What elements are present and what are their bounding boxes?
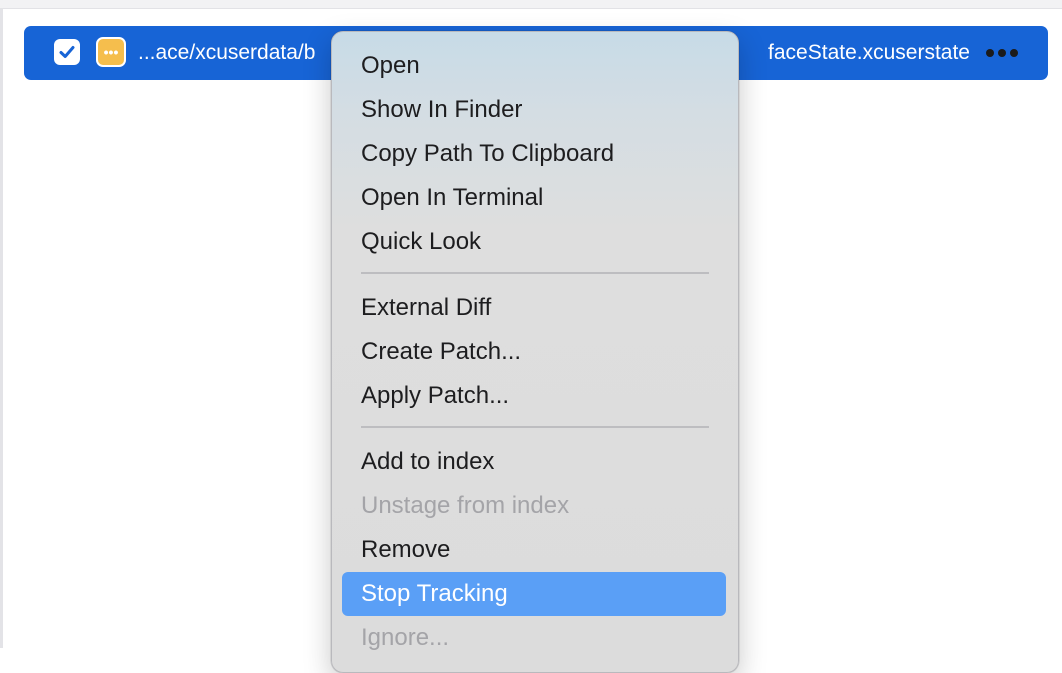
menu-item-open[interactable]: Open [342, 44, 726, 88]
file-path-start: ...ace/xcuserdata/b [138, 41, 316, 64]
menu-item-quick-look[interactable]: Quick Look [342, 220, 726, 264]
menu-item-ignore: Ignore... [361, 624, 450, 651]
menu-item-external-diff[interactable]: External Diff [342, 286, 726, 330]
menu-item-copy-path[interactable]: Copy Path To Clipboard [342, 132, 726, 176]
menu-item-create-patch[interactable]: Create Patch... [342, 330, 726, 374]
checkmark-icon [59, 46, 75, 58]
menu-item-show-in-finder[interactable]: Show In Finder [342, 88, 726, 132]
more-actions-button[interactable] [980, 38, 1024, 68]
more-dot-icon [986, 49, 994, 57]
menu-item-remove[interactable]: Remove [342, 528, 726, 572]
more-dot-icon [1010, 49, 1018, 57]
stage-checkbox[interactable] [54, 39, 80, 65]
window-top-bar [0, 0, 1062, 9]
menu-item-add-to-index[interactable]: Add to index [342, 440, 726, 484]
file-path-end: faceState.xcuserstate [768, 41, 970, 64]
window-left-edge [0, 8, 3, 648]
menu-separator [361, 272, 709, 274]
menu-item-open-in-terminal[interactable]: Open In Terminal [342, 176, 726, 220]
menu-item-stop-tracking[interactable]: Stop Tracking [342, 572, 726, 616]
menu-item-apply-patch[interactable]: Apply Patch... [342, 374, 726, 418]
modified-status-icon: ••• [96, 37, 126, 67]
context-menu: Open Show In Finder Copy Path To Clipboa… [331, 31, 739, 673]
menu-item-unstage-from-index: Unstage from index [361, 492, 570, 519]
menu-separator [361, 426, 709, 428]
more-dot-icon [998, 49, 1006, 57]
